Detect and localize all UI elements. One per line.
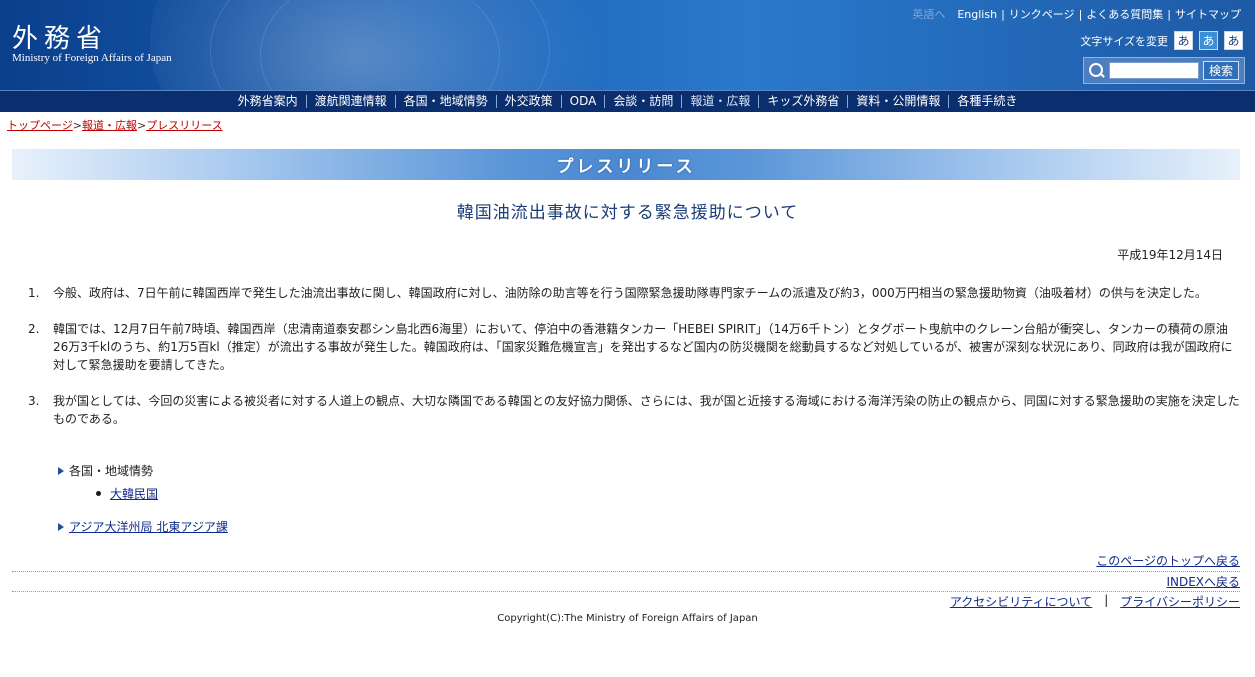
korea-link[interactable]: 大韓民国 xyxy=(110,485,158,502)
search-button[interactable]: 検索 xyxy=(1203,61,1239,80)
release-date: 平成19年12月14日 xyxy=(1117,248,1223,262)
divider xyxy=(12,591,1240,592)
footer-separator: | xyxy=(1104,593,1109,607)
search-input[interactable] xyxy=(1109,62,1199,79)
related-heading: 各国・地域情勢 xyxy=(69,464,154,478)
list-item: 3. 我が国としては、今回の災害による被災者に対する人道上の観点、大切な隣国であ… xyxy=(28,392,1243,428)
utility-dim-label: 英語へ xyxy=(912,8,946,21)
footer-index-row: INDEXへ戻る xyxy=(1166,573,1240,590)
nav-item-regions[interactable]: 各国・地域情勢 xyxy=(394,95,496,108)
list-item-text: 今般、政府は、7日午前に韓国西岸で発生した油流出事故に関し、韓国政府に対し、油防… xyxy=(53,286,1207,300)
bullet-dot-icon xyxy=(96,491,101,496)
press-release-body: 1. 今般、政府は、7日午前に韓国西岸で発生した油流出事故に関し、韓国政府に対し… xyxy=(28,284,1243,446)
nav-item-procedures[interactable]: 各種手続き xyxy=(948,95,1025,108)
index-link[interactable]: INDEXへ戻る xyxy=(1166,575,1240,589)
list-item: 2. 韓国では、12月7日午前7時頃、韓国西岸（忠清南道泰安郡シン島北西6海里）… xyxy=(28,320,1243,374)
nav-item-policy[interactable]: 外交政策 xyxy=(495,95,561,108)
related-country-row: 大韓民国 xyxy=(96,485,158,502)
triangle-bullet-icon xyxy=(58,466,64,475)
breadcrumb: トップページ>報道・広報>プレスリリース xyxy=(7,117,223,133)
site-header: 外務省 Ministry of Foreign Affairs of Japan… xyxy=(0,0,1255,90)
breadcrumb-press-link[interactable]: 報道・広報 xyxy=(82,119,137,132)
related-heading-row: 各国・地域情勢 xyxy=(58,462,158,479)
font-size-control: 文字サイズを変更 あ あ あ xyxy=(1080,31,1243,50)
site-logo-english: Ministry of Foreign Affairs of Japan xyxy=(12,52,172,64)
bureau-link[interactable]: アジア大洋州局 北東アジア課 xyxy=(69,518,228,535)
font-size-medium-button[interactable]: あ xyxy=(1199,31,1218,50)
triangle-bullet-icon xyxy=(58,522,64,531)
footer-top-row: このページのトップへ戻る xyxy=(1096,552,1240,569)
globe-gridline xyxy=(260,0,500,90)
list-item: 1. 今般、政府は、7日午前に韓国西岸で発生した油流出事故に関し、韓国政府に対し… xyxy=(28,284,1243,302)
list-item-number: 2. xyxy=(28,322,40,336)
search-box: 検索 xyxy=(1083,57,1245,84)
list-item-text: 我が国としては、今回の災害による被災者に対する人道上の観点、大切な隣国である韓国… xyxy=(53,394,1240,426)
breadcrumb-home-link[interactable]: トップページ xyxy=(7,119,73,132)
font-size-small-button[interactable]: あ xyxy=(1174,31,1193,50)
nav-item-travel[interactable]: 渡航関連情報 xyxy=(305,95,395,108)
nav-item-oda[interactable]: ODA xyxy=(560,95,605,108)
sitemap-link[interactable]: サイトマップ xyxy=(1171,6,1245,22)
nav-item-press[interactable]: 報道・広報 xyxy=(681,95,758,108)
list-item-text: 韓国では、12月7日午前7時頃、韓国西岸（忠清南道泰安郡シン島北西6海里）におい… xyxy=(53,322,1233,372)
copyright: Copyright(C):The Ministry of Foreign Aff… xyxy=(497,613,758,624)
breadcrumb-current-link[interactable]: プレスリリース xyxy=(146,119,222,132)
privacy-policy-link[interactable]: プライバシーポリシー xyxy=(1120,593,1240,610)
font-size-large-button[interactable]: あ xyxy=(1224,31,1243,50)
related-info: 各国・地域情勢 大韓民国 xyxy=(58,462,158,502)
divider xyxy=(12,571,1240,572)
main-nav: 外務省案内 渡航関連情報 各国・地域情勢 外交政策 ODA 会談・訪問 報道・広… xyxy=(0,90,1255,112)
nav-item-meetings[interactable]: 会談・訪問 xyxy=(604,95,681,108)
nav-item-documents[interactable]: 資料・公開情報 xyxy=(847,95,948,108)
list-item-number: 3. xyxy=(28,394,40,408)
link-page-link[interactable]: リンクページ xyxy=(1005,6,1079,22)
nav-item-about[interactable]: 外務省案内 xyxy=(230,95,306,108)
section-banner-title: プレスリリース xyxy=(556,157,696,177)
breadcrumb-separator: > xyxy=(137,119,147,132)
list-item-number: 1. xyxy=(28,286,40,300)
page-title: 韓国油流出事故に対する緊急援助について xyxy=(456,203,799,223)
font-size-label: 文字サイズを変更 xyxy=(1080,34,1168,48)
nav-item-kids[interactable]: キッズ外務省 xyxy=(758,95,847,108)
bureau-row: アジア大洋州局 北東アジア課 xyxy=(58,518,228,535)
footer-links: アクセシビリティについて | プライバシーポリシー xyxy=(950,593,1240,610)
accessibility-link[interactable]: アクセシビリティについて xyxy=(950,593,1092,610)
search-icon xyxy=(1088,62,1106,80)
english-link[interactable]: English xyxy=(953,8,1001,21)
section-banner: プレスリリース xyxy=(12,149,1240,180)
utility-links: 英語へ English | リンクページ | よくある質問集 | サイトマップ xyxy=(912,6,1245,22)
faq-link[interactable]: よくある質問集 xyxy=(1082,6,1167,22)
back-to-top-link[interactable]: このページのトップへ戻る xyxy=(1096,554,1240,568)
breadcrumb-separator: > xyxy=(72,119,82,132)
site-logo[interactable]: 外務省 xyxy=(12,18,108,55)
